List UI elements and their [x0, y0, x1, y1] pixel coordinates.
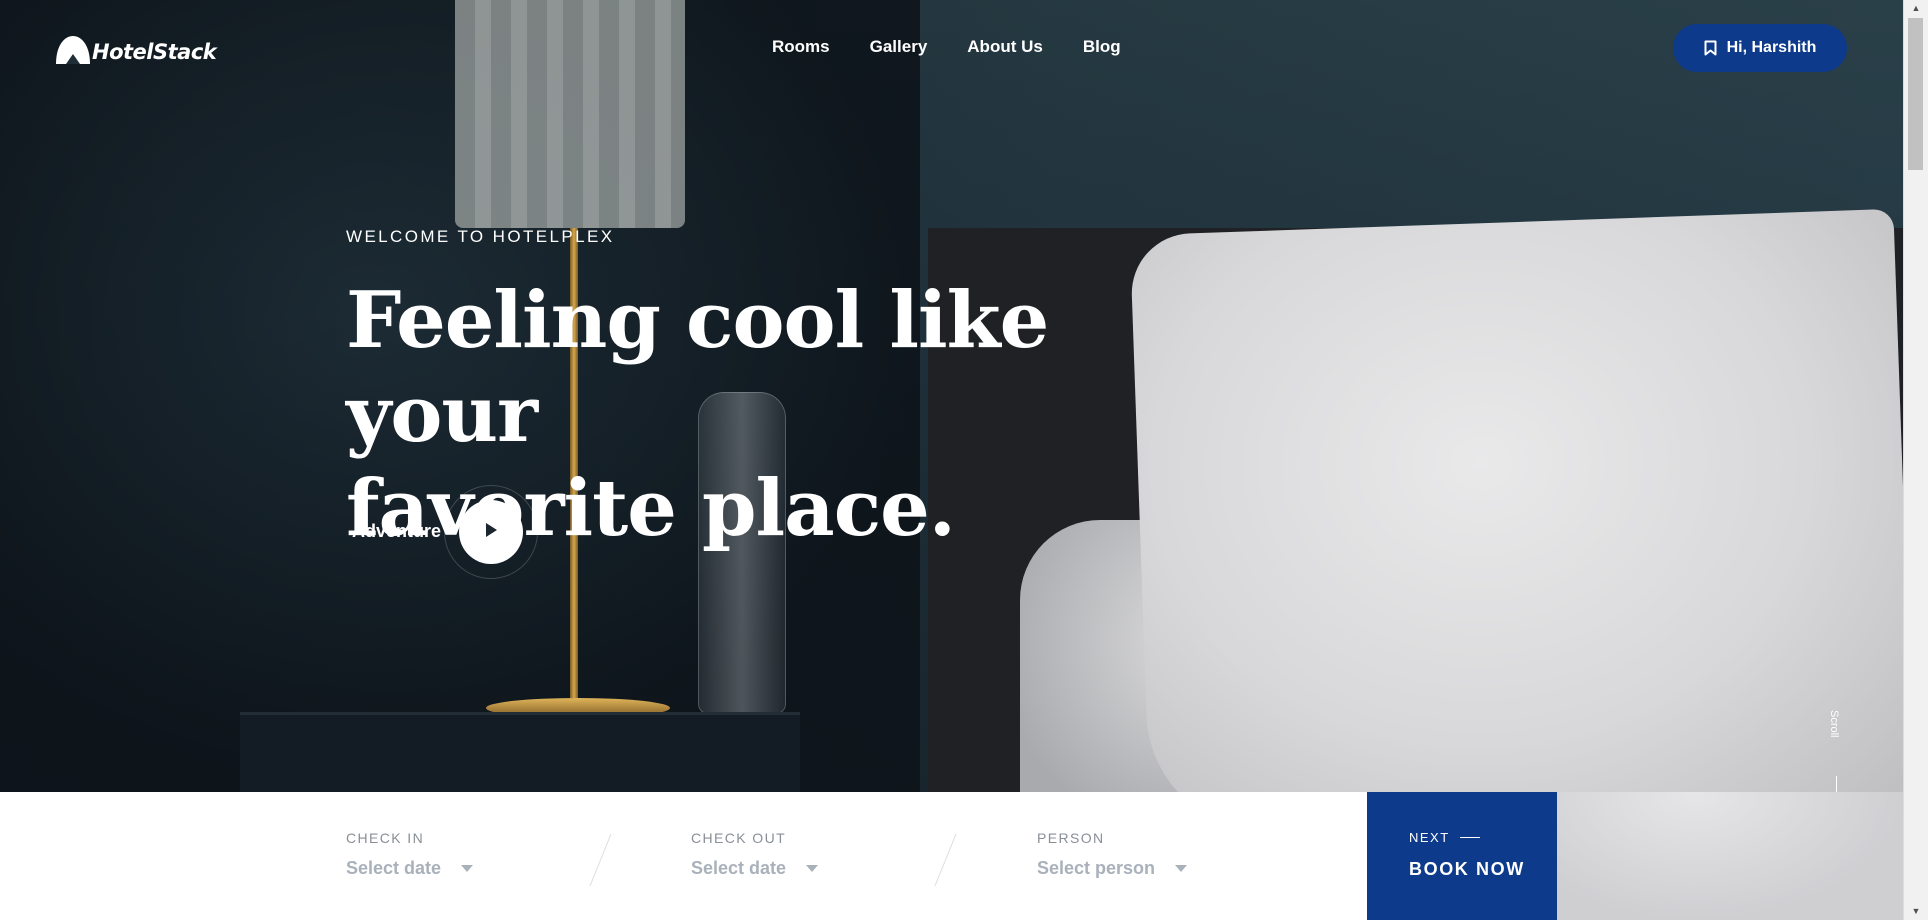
scroll-label: Scroll [1828, 710, 1840, 738]
check-out-field[interactable]: CHECK OUT Select date [691, 830, 819, 879]
booking-bar: CHECK IN Select date CHECK OUT Select da… [0, 792, 1904, 920]
book-now-label: BOOK NOW [1409, 859, 1525, 879]
check-in-label: CHECK IN [346, 830, 425, 846]
scroll-indicator[interactable]: Scroll [1826, 710, 1850, 800]
field-divider [589, 833, 612, 887]
next-label: NEXT [1409, 830, 1450, 845]
person-label: PERSON [1037, 830, 1105, 846]
nightstand-image [240, 712, 800, 792]
site-logo[interactable]: HotelStack [56, 34, 217, 64]
hero-subtitle: WELCOME TO HOTELPLEX [346, 227, 615, 246]
next-dash [1459, 837, 1480, 838]
book-now-button[interactable]: NEXT BOOK NOW [1367, 792, 1557, 920]
video-play-button[interactable] [444, 485, 538, 579]
bookmark-icon [1704, 40, 1717, 56]
user-button-label: Hi, Harshith [1726, 39, 1817, 56]
booking-bar-background-image [1556, 792, 1904, 920]
hero-headline-line-1: Feeling cool like your [346, 275, 1049, 460]
adventure-label: Adventure [352, 521, 442, 541]
caret-down-icon [1175, 865, 1188, 872]
lamp-shade-image [455, 0, 685, 228]
caret-down-icon [806, 865, 819, 872]
field-divider [934, 833, 957, 887]
logo-text: HotelStack [92, 40, 217, 64]
check-in-field[interactable]: CHECK IN Select date [346, 830, 474, 879]
nav-about-us[interactable]: About Us [967, 37, 1043, 57]
check-out-label: CHECK OUT [691, 830, 787, 846]
play-icon [484, 522, 498, 543]
nav-rooms[interactable]: Rooms [772, 37, 830, 57]
mountain-logo-icon [56, 34, 90, 64]
page-scrollbar[interactable]: ▲ ▼ [1903, 0, 1928, 920]
nav-blog[interactable]: Blog [1083, 37, 1121, 57]
user-account-button[interactable]: Hi, Harshith [1673, 24, 1847, 72]
check-in-select[interactable]: Select date [346, 858, 474, 879]
caret-down-icon [461, 865, 474, 872]
nav-gallery[interactable]: Gallery [870, 37, 928, 57]
next-label-row: NEXT [1409, 830, 1557, 845]
check-out-select[interactable]: Select date [691, 858, 819, 879]
play-button-circle [459, 500, 523, 564]
check-in-value: Select date [346, 858, 442, 878]
scroll-up-arrow-icon[interactable]: ▲ [1904, 0, 1928, 17]
person-field[interactable]: PERSON Select person [1037, 830, 1188, 879]
check-out-value: Select date [691, 858, 787, 878]
person-value: Select person [1037, 858, 1156, 878]
scrollbar-thumb[interactable] [1908, 18, 1923, 170]
scroll-down-arrow-icon[interactable]: ▼ [1904, 903, 1928, 920]
person-select[interactable]: Select person [1037, 858, 1188, 879]
main-nav: Rooms Gallery About Us Blog [772, 37, 1161, 57]
